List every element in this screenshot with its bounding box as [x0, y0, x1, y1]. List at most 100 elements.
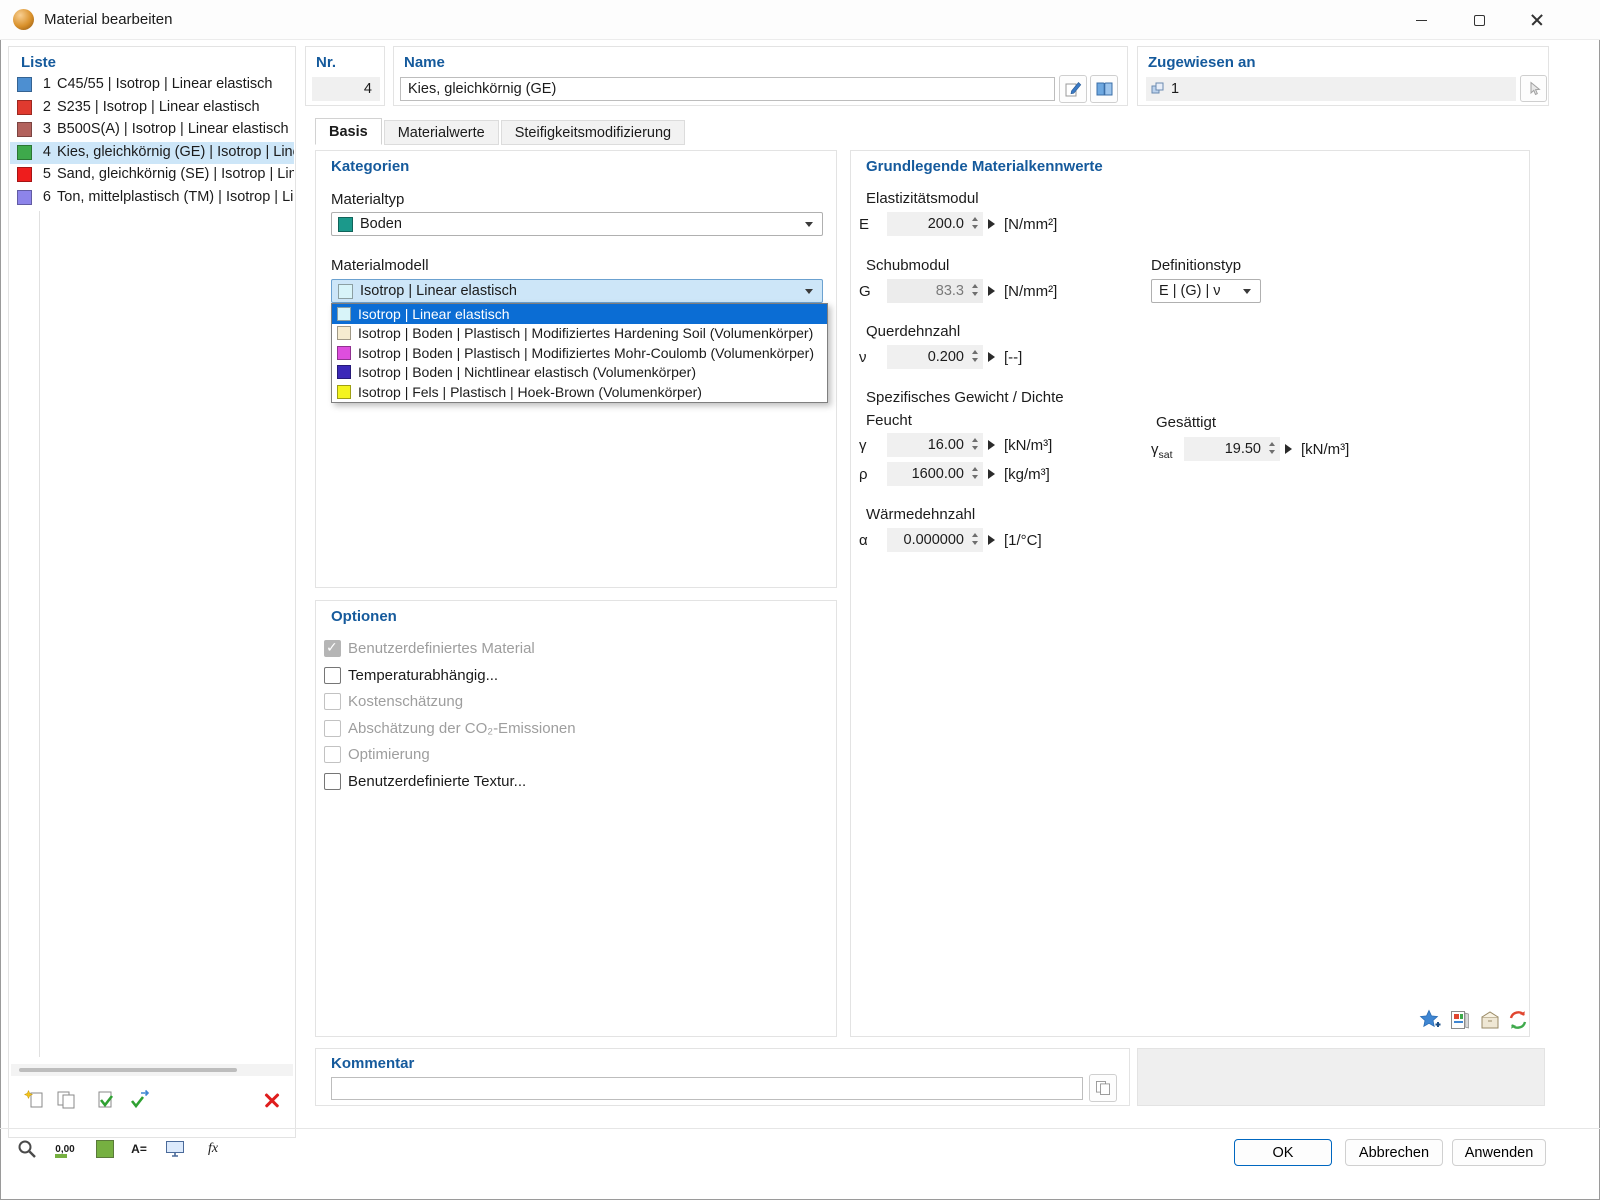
units-settings-button[interactable]: A= [126, 1136, 152, 1162]
list-item-number: 1 [42, 76, 51, 92]
dropdown-option-selected[interactable]: Isotrop | Linear elastisch [332, 304, 827, 324]
list-item[interactable]: 2 S235 | Isotrop | Linear elastisch [10, 97, 294, 119]
list-item[interactable]: 3 B500S(A) | Isotrop | Linear elastisch [10, 119, 294, 141]
detail-arrow-button[interactable] [988, 535, 995, 545]
detail-arrow-button[interactable] [1285, 444, 1292, 454]
spinner-arrows-icon[interactable] [972, 533, 978, 545]
checkbox-benutzerdefinierte-textur[interactable] [324, 773, 341, 790]
package-box-icon [1481, 1011, 1499, 1029]
minimize-button[interactable] [1398, 0, 1444, 40]
materialtyp-value: Boden [360, 216, 402, 232]
package-button[interactable] [1477, 1007, 1503, 1033]
color-swatch-icon [96, 1140, 114, 1158]
decimal-green-bar [55, 1154, 67, 1158]
apply-button[interactable]: Anwenden [1452, 1139, 1546, 1166]
gamma-sat-field[interactable]: 19.50 [1184, 437, 1280, 461]
formula-button[interactable]: fx [200, 1136, 226, 1162]
material-color-swatch [17, 99, 32, 115]
list-item-label: S235 | Isotrop | Linear elastisch [57, 98, 260, 115]
e-modulus-field[interactable]: 200.0 [887, 212, 983, 236]
sync-colors-button[interactable] [1505, 1007, 1531, 1033]
name-group: Name [393, 46, 1128, 106]
ok-button[interactable]: OK [1234, 1139, 1332, 1166]
tab-materialwerte[interactable]: Materialwerte [383, 120, 499, 145]
decimal-places-button[interactable]: 0,00 [52, 1136, 78, 1162]
maximize-icon [1473, 14, 1485, 26]
gamma-field[interactable]: 16.00 [887, 433, 983, 457]
kennwerte-box: Grundlegende Materialkennwerte Elastizit… [850, 150, 1530, 1037]
tree-guide-line [39, 211, 40, 1057]
feucht-label: Feucht [866, 412, 912, 429]
materialmodell-combobox[interactable]: Isotrop | Linear elastisch [331, 279, 823, 303]
materialtyp-combobox[interactable]: Boden [331, 212, 823, 236]
spinner-arrows-icon[interactable] [972, 217, 978, 229]
kennwerte-heading: Grundlegende Materialkennwerte [866, 158, 1103, 175]
nu-symbol: ν [859, 349, 867, 366]
gamma-sat-unit: [kN/m³] [1301, 441, 1350, 458]
list-item[interactable]: 6 Ton, mittelplastisch (TM) | Isotrop | … [10, 187, 294, 209]
dropdown-option[interactable]: Isotrop | Fels | Plastisch | Hoek-Brown … [332, 382, 827, 402]
alpha-field[interactable]: 0.000000 [887, 528, 983, 552]
g-unit: [N/mm²] [1004, 283, 1058, 300]
material-color-swatch [17, 144, 32, 160]
search-button[interactable] [14, 1136, 40, 1162]
delete-material-button[interactable] [259, 1087, 285, 1113]
definitionstyp-combobox[interactable]: E | (G) | ν [1151, 279, 1261, 303]
tab-basis[interactable]: Basis [315, 118, 382, 145]
transfer-material-button[interactable] [127, 1087, 153, 1113]
detail-arrow-button[interactable] [988, 219, 995, 229]
gamma-sat-symbol: γsat [1151, 441, 1173, 461]
nr-field: 4 [312, 77, 380, 101]
name-input[interactable] [400, 77, 1055, 101]
copy-material-button[interactable] [53, 1087, 79, 1113]
kommentar-input[interactable] [331, 1077, 1083, 1100]
spinner-arrows-icon[interactable] [972, 438, 978, 450]
checkbox-temperaturabhaengig[interactable] [324, 667, 341, 684]
close-button[interactable] [1514, 0, 1560, 40]
material-library-button[interactable] [1090, 75, 1118, 103]
detail-arrow-button[interactable] [988, 440, 995, 450]
dropdown-option[interactable]: Isotrop | Boden | Nichtlinear elastisch … [332, 363, 827, 383]
material-catalog-button[interactable] [1447, 1007, 1473, 1033]
close-icon [1530, 13, 1544, 27]
copy-icon [57, 1091, 75, 1109]
list-item[interactable]: 1 C45/55 | Isotrop | Linear elastisch [10, 74, 294, 96]
color-settings-button[interactable] [92, 1136, 118, 1162]
check-document-icon [98, 1091, 114, 1108]
import-material-button[interactable] [93, 1087, 119, 1113]
dropdown-option[interactable]: Isotrop | Boden | Plastisch | Modifizier… [332, 343, 827, 363]
decimal-places-icon: 0,00 [55, 1143, 75, 1155]
assigned-label: Zugewiesen an [1148, 54, 1256, 71]
materialtyp-label: Materialtyp [331, 191, 405, 208]
list-item[interactable]: 5 Sand, gleichkörnig (SE) | Isotrop | Li… [10, 164, 294, 186]
gamma-value: 16.00 [927, 437, 964, 453]
dropdown-option[interactable]: Isotrop | Boden | Plastisch | Modifizier… [332, 324, 827, 344]
materialmodell-swatch [338, 283, 353, 299]
select-objects-button[interactable] [1520, 75, 1547, 102]
spinner-arrows-icon[interactable] [1269, 442, 1275, 454]
rho-unit: [kg/m³] [1004, 466, 1050, 483]
material-color-swatch [17, 189, 32, 205]
cancel-button[interactable]: Abbrechen [1345, 1139, 1443, 1166]
materialmodell-dropdown: Isotrop | Linear elastisch Isotrop | Bod… [331, 303, 828, 403]
spinner-arrows-icon[interactable] [972, 467, 978, 479]
tab-steifigkeitsmodifizierung[interactable]: Steifigkeitsmodifizierung [500, 120, 686, 145]
scrollbar-thumb[interactable] [19, 1068, 237, 1072]
list-item-selected[interactable]: 4 Kies, gleichkörnig (GE) | Isotrop | Li… [10, 141, 294, 164]
poisson-field[interactable]: 0.200 [887, 345, 983, 369]
info-panel [1137, 1048, 1545, 1106]
display-settings-button[interactable] [162, 1136, 188, 1162]
minimize-icon [1415, 19, 1427, 21]
name-label: Name [404, 54, 445, 71]
maximize-button[interactable] [1456, 0, 1502, 40]
spinner-arrows-icon[interactable] [972, 350, 978, 362]
detail-arrow-button[interactable] [988, 469, 995, 479]
favorites-add-button[interactable] [1417, 1007, 1443, 1033]
rename-button[interactable] [1059, 75, 1087, 103]
new-material-button[interactable] [21, 1087, 47, 1113]
search-icon [18, 1140, 36, 1158]
detail-arrow-button[interactable] [988, 286, 995, 296]
rho-field[interactable]: 1600.00 [887, 462, 983, 486]
detail-arrow-button[interactable] [988, 352, 995, 362]
kommentar-copy-button[interactable] [1089, 1074, 1117, 1102]
